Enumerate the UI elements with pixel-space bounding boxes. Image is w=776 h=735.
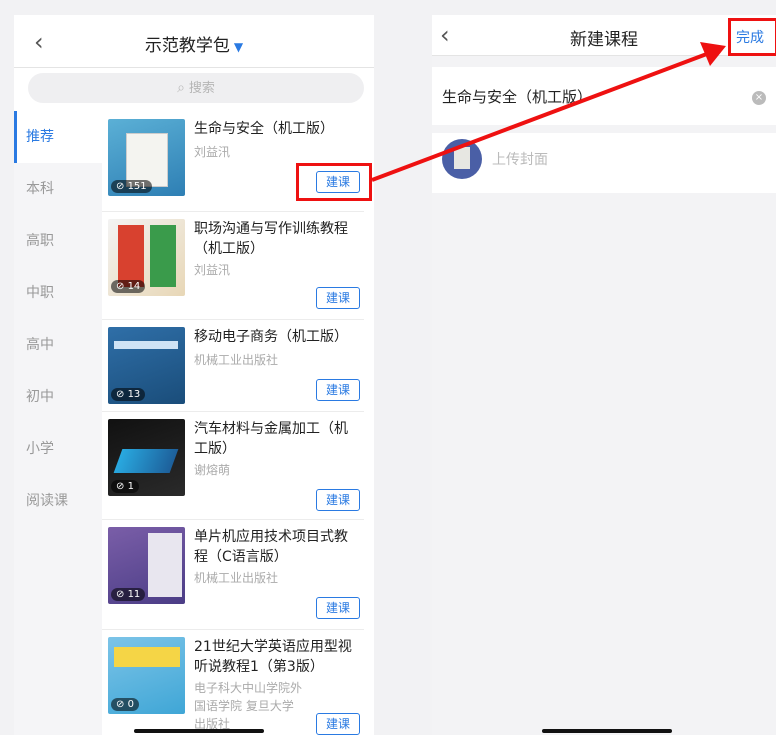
resource-count: 0	[127, 699, 134, 710]
sidebar-item-vocational-college[interactable]: 高职	[14, 215, 102, 267]
book-author: 电子科大中山学院外国语学院 复旦大学出版社	[194, 681, 303, 731]
left-header: ‹ 示范教学包 ▼	[14, 15, 374, 68]
home-indicator	[134, 729, 264, 733]
clear-icon[interactable]: ×	[752, 91, 766, 105]
book-cover-art	[148, 533, 182, 597]
list-item[interactable]: ⊘ 151 生命与安全（机工版） 刘益汛 建课	[102, 111, 364, 212]
course-name-row: ×	[432, 67, 776, 125]
book-cover-art	[118, 225, 144, 287]
package-title-text: 示范教学包	[144, 36, 230, 56]
sidebar-item-recommend[interactable]: 推荐	[14, 111, 102, 163]
book-author: 刘益汛	[194, 145, 231, 159]
sidebar-item-undergrad[interactable]: 本科	[14, 163, 102, 215]
sidebar-item-middle-school[interactable]: 初中	[14, 371, 102, 423]
upload-cover-label[interactable]: 上传封面	[492, 149, 548, 169]
course-name-input[interactable]	[442, 87, 732, 105]
list-item[interactable]: ⊘ 1 汽车材料与金属加工（机工版） 谢熔萌 建课	[102, 411, 364, 520]
book-cover[interactable]: ⊘ 11	[108, 527, 185, 604]
category-sidebar: 推荐 本科 高职 中职 高中 初中 小学 阅读课	[14, 111, 102, 735]
list-item[interactable]: ⊘ 14 职场沟通与写作训练教程（机工版） 刘益汛 建课	[102, 211, 364, 320]
new-course-screen: ‹ 新建课程 完成 × 上传封面	[432, 15, 776, 735]
sidebar-item-secondary-vocational[interactable]: 中职	[14, 267, 102, 319]
book-cover-art	[150, 225, 176, 287]
book-title: 21世纪大学英语应用型视听说教程1（第3版）	[194, 639, 352, 675]
book-cover[interactable]: ⊘ 14	[108, 219, 185, 296]
book-author: 刘益汛	[194, 263, 231, 277]
book-cover-art	[114, 341, 178, 349]
cover-thumbnail[interactable]	[442, 139, 482, 179]
resource-count: 1	[127, 481, 134, 492]
book-title: 汽车材料与金属加工（机工版）	[194, 421, 348, 457]
sidebar-item-high-school[interactable]: 高中	[14, 319, 102, 371]
resource-count-badge: ⊘ 13	[111, 388, 146, 401]
resource-count-badge: ⊘ 11	[111, 588, 146, 601]
search-input[interactable]: ⌕ 搜索	[28, 73, 364, 103]
build-course-button[interactable]: 建课	[316, 379, 360, 401]
book-title: 单片机应用技术项目式教程（C语言版）	[194, 529, 348, 565]
home-indicator	[542, 729, 672, 733]
book-title: 移动电子商务（机工版）	[194, 329, 348, 345]
list-item[interactable]: ⊘ 0 21世纪大学英语应用型视听说教程1（第3版） 电子科大中山学院外国语学院…	[102, 629, 364, 735]
search-placeholder: 搜索	[188, 81, 215, 96]
sidebar-item-primary-school[interactable]: 小学	[14, 423, 102, 475]
build-course-button[interactable]: 建课	[316, 597, 360, 619]
resource-count-badge: ⊘ 0	[111, 698, 139, 711]
package-title[interactable]: 示范教学包 ▼	[14, 31, 374, 56]
book-cover[interactable]: ⊘ 0	[108, 637, 185, 714]
resource-count: 13	[127, 389, 141, 400]
build-course-button[interactable]: 建课	[316, 287, 360, 309]
list-item[interactable]: ⊘ 11 单片机应用技术项目式教程（C语言版） 机械工业出版社 建课	[102, 519, 364, 630]
build-course-button[interactable]: 建课	[316, 713, 360, 735]
book-list: ⊘ 151 生命与安全（机工版） 刘益汛 建课 ⊘ 14 职场沟通与写作训练教程…	[102, 111, 374, 735]
build-course-button[interactable]: 建课	[316, 489, 360, 511]
book-cover[interactable]: ⊘ 13	[108, 327, 185, 404]
book-author: 机械工业出版社	[194, 353, 279, 367]
search-icon: ⌕	[177, 80, 185, 96]
done-button[interactable]: 完成	[732, 25, 768, 49]
book-cover-art	[114, 647, 180, 667]
resource-count: 151	[127, 181, 147, 192]
book-author: 机械工业出版社	[194, 571, 279, 585]
chevron-down-icon: ▼	[233, 40, 244, 54]
new-course-title: 新建课程	[570, 30, 638, 50]
book-title: 职场沟通与写作训练教程（机工版）	[194, 221, 348, 257]
resource-count-badge: ⊘ 1	[111, 480, 139, 493]
book-cover[interactable]: ⊘ 1	[108, 419, 185, 496]
book-title: 生命与安全（机工版）	[194, 121, 334, 137]
build-course-button[interactable]: 建课	[316, 171, 360, 193]
sidebar-item-reading[interactable]: 阅读课	[14, 475, 102, 527]
book-cover-art	[126, 133, 168, 187]
resource-count: 11	[127, 589, 141, 600]
book-cover-art	[113, 449, 179, 473]
list-item[interactable]: ⊘ 13 移动电子商务（机工版） 机械工业出版社 建课	[102, 319, 364, 412]
book-list-screen: ‹ 示范教学包 ▼ ⌕ 搜索 推荐 本科 高职 中职 高中 初中 小学 阅读课 ⊘ …	[14, 15, 374, 735]
resource-count-badge: ⊘ 14	[111, 280, 146, 293]
resource-count: 14	[127, 281, 141, 292]
resource-count-badge: ⊘ 151	[111, 180, 152, 193]
book-cover[interactable]: ⊘ 151	[108, 119, 185, 196]
right-header: ‹ 新建课程 完成	[432, 15, 776, 56]
book-author: 谢熔萌	[194, 463, 231, 477]
upload-cover-row[interactable]: 上传封面	[432, 133, 776, 193]
cover-thumbnail-art	[454, 147, 470, 169]
